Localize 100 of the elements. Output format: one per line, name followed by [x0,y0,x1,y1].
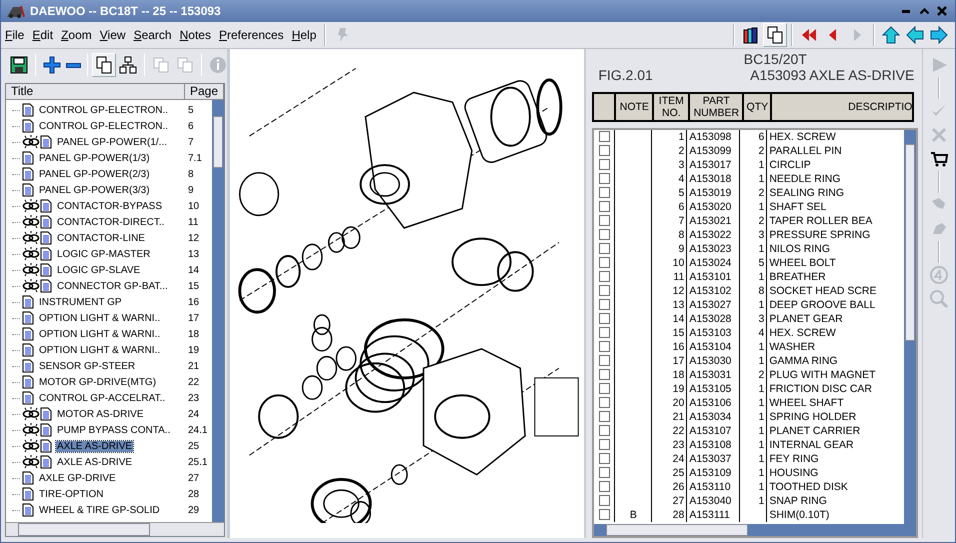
checkbox[interactable] [598,481,610,492]
page-number: 5 [188,104,195,116]
tree-item[interactable]: CONTACTOR-DIRECT.. [56,216,186,228]
horizontal-scrollbar[interactable] [6,522,224,536]
page-number: 6 [188,120,195,132]
checkbox[interactable] [598,313,610,324]
table-cell: A153028 [686,312,740,326]
plus-icon [42,55,62,75]
tree-item[interactable]: OPTION LIGHT & WARNI.. [38,312,186,324]
menu-item[interactable]: File [1,25,28,45]
checkbox[interactable] [598,425,610,436]
tree-item[interactable]: PANEL GP-POWER(1/... [56,136,186,148]
tree-item[interactable]: WHEEL & TIRE GP-SOLID [38,504,186,516]
page-number: 13 [188,248,200,260]
table-cell: 21 [652,410,687,424]
menu-item[interactable]: Edit [28,25,58,45]
pages-button[interactable] [92,53,116,77]
checkbox[interactable] [598,243,610,254]
table-cell: 6 [652,200,687,214]
checkbox[interactable] [598,341,610,352]
menu-item[interactable]: View [96,25,130,45]
tree-item[interactable]: SENSOR GP-STEER [38,360,186,372]
table-cell: A153017 [686,158,740,172]
checkbox[interactable] [598,383,610,394]
tree-item[interactable]: MOTOR GP-DRIVE(MTG) [38,376,186,388]
tree-item[interactable]: PANEL GP-POWER(2/3) [38,168,186,180]
tree-item[interactable]: MOTOR AS-DRIVE [56,408,186,420]
vertical-scrollbar[interactable] [904,130,916,524]
checkbox[interactable] [598,145,610,156]
tree-item[interactable]: PANEL GP-POWER(1/3) [38,152,186,164]
chain-link-icon [22,135,40,149]
table-cell: 11 [652,270,687,284]
tree-item[interactable]: TIRE-OPTION [38,488,186,500]
checkbox[interactable] [598,229,610,240]
tree-item[interactable]: OPTION LIGHT & WARNI.. [38,344,186,356]
table-cell: 27 [652,494,687,508]
tree-item[interactable]: PUMP BYPASS CONTA.. [56,424,186,436]
column-header[interactable]: Page [184,84,224,99]
checkbox[interactable] [598,355,610,366]
close-icon [937,6,947,16]
column-header[interactable]: Title [6,84,185,99]
checkbox[interactable] [598,215,610,226]
tree-item[interactable]: INSTRUMENT GP [38,296,186,308]
tree-item[interactable]: AXLE GP-DRIVE [38,472,186,484]
menu-item[interactable]: Notes [176,25,215,45]
menu-item[interactable]: Search [130,25,176,45]
checkbox[interactable] [598,173,610,184]
checkbox[interactable] [598,411,610,422]
tree-item[interactable]: CONTROL GP-ELECTRON.. [38,120,186,132]
table-cell: A153024 [686,256,740,270]
column-header[interactable]: ITEM NO. [653,94,690,120]
horizontal-scrollbar[interactable] [594,524,916,536]
page-number: 27 [188,472,200,484]
checkbox[interactable] [598,131,610,142]
menu-item[interactable]: Help [288,25,320,45]
tree-item[interactable]: LOGIC GP-MASTER [56,248,186,260]
checkbox[interactable] [598,159,610,170]
checkbox[interactable] [598,271,610,282]
document-icon [22,295,34,309]
column-header[interactable]: DESCRIPTIO [771,94,912,120]
checkbox[interactable] [598,453,610,464]
table-cell: A153027 [686,298,740,312]
checkbox[interactable] [598,397,610,408]
checkbox[interactable] [598,509,610,520]
checkbox[interactable] [598,369,610,380]
checkbox[interactable] [598,285,610,296]
table-cell: A153022 [686,228,740,242]
page-number: 28 [188,488,200,500]
tree-item[interactable]: OPTION LIGHT & WARNI.. [38,328,186,340]
tree-item[interactable]: CONTROL GP-ACCELRAT.. [38,392,186,404]
tree-item[interactable]: AXLE AS-DRIVE [56,456,186,468]
vertical-scrollbar[interactable] [212,100,224,522]
chain-link-icon [22,215,40,229]
copy-icon [175,55,195,75]
column-header[interactable]: PART NUMBER [689,94,744,120]
checkbox[interactable] [598,299,610,310]
menu-item[interactable]: Zoom [57,25,96,45]
tree-item[interactable]: CONNECTOR GP-BAT... [56,280,186,292]
checkbox[interactable] [598,467,610,478]
chain-link-icon [22,247,40,261]
tree-item[interactable]: CONTACTOR-LINE [56,232,186,244]
menu-item[interactable]: Preferences [214,25,288,45]
chain-link-icon [22,199,40,213]
chain-link-icon [22,423,40,437]
tree-item[interactable]: AXLE AS-DRIVE [56,440,134,452]
page-number: 15 [188,280,200,292]
column-header[interactable]: NOTE [615,94,654,120]
checkbox[interactable] [598,187,610,198]
tree-item[interactable]: PANEL GP-POWER(3/3) [38,184,186,196]
pages-button[interactable] [763,23,787,47]
tree-item[interactable]: CONTACTOR-BYPASS [56,200,186,212]
checkbox[interactable] [598,257,610,268]
checkbox[interactable] [598,439,610,450]
tree-item[interactable]: LOGIC GP-SLAVE [56,264,186,276]
tree-item[interactable]: CONTROL GP-ELECTRON.. [38,104,186,116]
table-cell: 1 [740,298,767,312]
column-header[interactable]: QTY [743,94,772,120]
checkbox[interactable] [598,495,610,506]
checkbox[interactable] [598,327,610,338]
checkbox[interactable] [598,201,610,212]
